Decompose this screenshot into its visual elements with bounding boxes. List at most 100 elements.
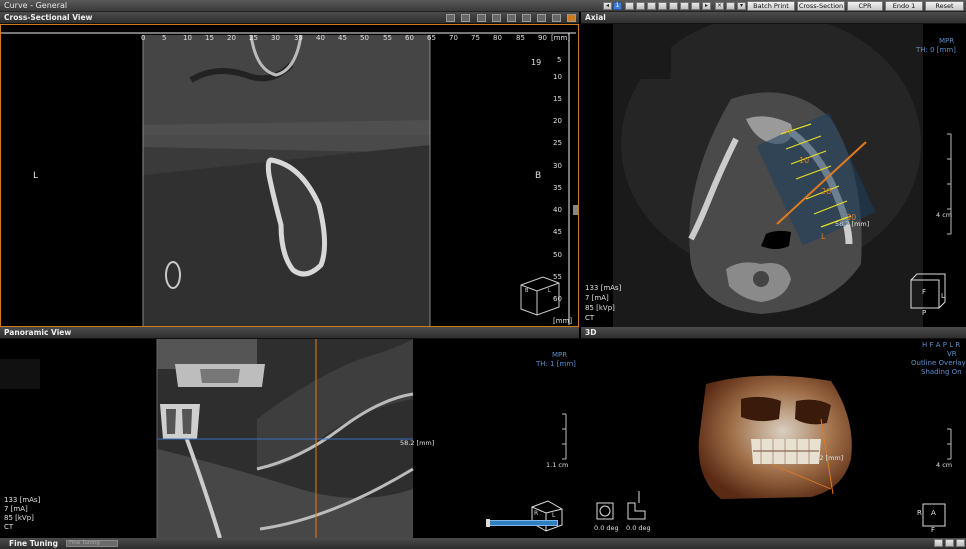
- page-2-icon[interactable]: [625, 2, 634, 10]
- axial-tech-mas: 133 [mAs]: [585, 284, 622, 292]
- window-level-slider[interactable]: [488, 520, 558, 526]
- panoramic-tech-modality: CT: [4, 523, 14, 531]
- endo-button[interactable]: Endo 1: [885, 1, 923, 11]
- page-3-icon[interactable]: [636, 2, 645, 10]
- window-title: Curve - General: [4, 1, 68, 10]
- shading-toggle[interactable]: Shading On: [921, 368, 962, 377]
- ruler-right-30: 30: [553, 162, 562, 170]
- ruler-right-20: 20: [553, 117, 562, 125]
- orientation-left-label: L: [33, 171, 39, 181]
- orientation-buttons[interactable]: H F A P L R: [922, 341, 960, 350]
- maximize-icon[interactable]: [567, 14, 576, 22]
- cube-label-p: P: [922, 309, 927, 317]
- slider-handle[interactable]: [486, 519, 490, 527]
- axial-title: Axial: [585, 13, 606, 22]
- prev-arrow-icon[interactable]: ◂: [603, 2, 612, 10]
- slice-number: 19: [531, 58, 542, 67]
- page-number-button[interactable]: 1: [613, 2, 622, 10]
- cross-section-button[interactable]: Cross-Section: [797, 1, 845, 11]
- vertical-scrollbar-thumb[interactable]: [573, 205, 578, 215]
- ruler-top-25: 25: [249, 34, 258, 42]
- ruler-right-unit: [mm]: [553, 317, 573, 325]
- outline-overlay-toggle[interactable]: Outline Overlay: [911, 359, 966, 368]
- ruler-right-35: 35: [553, 184, 562, 192]
- panoramic-tech-kvp: 85 [kVp]: [4, 514, 34, 522]
- view3d-measurement: 58.2 [mm]: [809, 454, 844, 462]
- volume-render-image: [596, 375, 952, 527]
- axial-image: [613, 24, 952, 327]
- ruler-right-60: 60: [553, 295, 562, 303]
- view3d[interactable]: H F A P L R VR Outline Overlay Shading O…: [581, 339, 966, 538]
- cube-3d-r: R: [917, 509, 922, 517]
- capture-icon[interactable]: [477, 14, 486, 22]
- ruler-top-70: 70: [449, 34, 458, 42]
- fine-tuning-label: Fine Tuning: [9, 539, 58, 548]
- panoramic-tech-mas: 133 [mAs]: [4, 496, 41, 504]
- view3d-scale: 4 cm: [936, 461, 953, 469]
- cross-section-title: Cross-Sectional View: [4, 13, 93, 22]
- tooth-number-10: 10: [799, 156, 810, 165]
- ruler-top-90: 90: [538, 34, 547, 42]
- page-6-icon[interactable]: [669, 2, 678, 10]
- copy-icon[interactable]: [537, 14, 546, 22]
- flip-icon[interactable]: [492, 14, 501, 22]
- cpr-button[interactable]: CPR: [847, 1, 883, 11]
- ruler-top-35: 35: [294, 34, 303, 42]
- ruler-top-20: 20: [227, 34, 236, 42]
- reset-button[interactable]: Reset: [925, 1, 964, 11]
- panoramic-thickness: TH: 1 [mm]: [536, 360, 576, 368]
- panoramic-tech-ma: 7 [mA]: [4, 505, 28, 513]
- ruler-top-15: 15: [205, 34, 214, 42]
- page-8-icon[interactable]: [691, 2, 700, 10]
- print-icon[interactable]: [446, 14, 455, 22]
- layout-menu-icon[interactable]: ▾: [737, 2, 746, 10]
- page-5-icon[interactable]: [658, 2, 667, 10]
- axial-tech-kvp: 85 [kVp]: [585, 304, 615, 312]
- panoramic-title: Panoramic View: [4, 328, 72, 337]
- panoramic-mode: MPR: [552, 351, 568, 359]
- app-title-bar: Curve - General ◂ 1 ▸ × ▾ Batch Print Cr…: [0, 0, 966, 12]
- bottom-icon-1[interactable]: [934, 539, 943, 547]
- view3d-title: 3D: [585, 328, 597, 337]
- tooth-number-20: 20: [821, 187, 832, 196]
- fine-tuning-slider[interactable]: Fine Tuning: [66, 540, 118, 547]
- batch-print-button[interactable]: Batch Print: [747, 1, 795, 11]
- next-arrow-icon[interactable]: ▸: [702, 2, 711, 10]
- page-7-icon[interactable]: [680, 2, 689, 10]
- panoramic-cube-r: R: [534, 510, 539, 517]
- ruler-top-30: 30: [271, 34, 280, 42]
- ruler-top-5: 5: [162, 34, 167, 42]
- cross-section-view[interactable]: 0 5 10 15 20 25 30 35 40 45 50 55 60 65 …: [0, 24, 579, 327]
- ruler-icon[interactable]: [522, 14, 531, 22]
- ruler-top-80: 80: [493, 34, 502, 42]
- axial-scale: 4 cm: [936, 211, 953, 219]
- tooth-number-4: 4: [786, 127, 792, 136]
- layout-icon[interactable]: [461, 14, 470, 22]
- bottom-icon-2[interactable]: [945, 539, 954, 547]
- ruler-top-45: 45: [338, 34, 347, 42]
- bottom-icon-3[interactable]: [956, 539, 965, 547]
- cube-label-b: B: [525, 288, 529, 294]
- ruler-top-unit: [mm]: [551, 34, 571, 42]
- ruler-right-5: 5: [557, 56, 562, 64]
- orientation-right-label: B: [535, 171, 542, 181]
- overlay-icon[interactable]: [552, 14, 561, 22]
- rotate-horizontal-icon[interactable]: [596, 502, 614, 520]
- cross-section-image: [1, 32, 578, 326]
- ruler-top-10: 10: [183, 34, 192, 42]
- axial-tech-modality: CT: [585, 314, 595, 322]
- lock-icon[interactable]: [507, 14, 516, 22]
- ruler-right-40: 40: [553, 206, 562, 214]
- fine-tuning-bar: Fine Tuning Fine Tuning: [0, 538, 966, 549]
- panoramic-view[interactable]: MPR TH: 1 [mm] 58.2 [mm] 1.1 cm 133 [mAs…: [0, 339, 579, 538]
- rotate-vertical-icon[interactable]: [627, 491, 646, 520]
- page-4-icon[interactable]: [647, 2, 656, 10]
- grid-layout-icon[interactable]: [726, 2, 735, 10]
- ruler-top-75: 75: [471, 34, 480, 42]
- close-layout-icon[interactable]: ×: [715, 2, 724, 10]
- axial-thickness: TH: 0 [mm]: [916, 46, 956, 54]
- rotate-horizontal-value: 0.0 deg: [594, 524, 619, 532]
- cube-label-f: F: [922, 288, 927, 296]
- ruler-top-55: 55: [383, 34, 392, 42]
- axial-view[interactable]: MPR TH: 0 [mm] 4 cm 4 10 20 30 58.2 [mm]…: [581, 24, 966, 327]
